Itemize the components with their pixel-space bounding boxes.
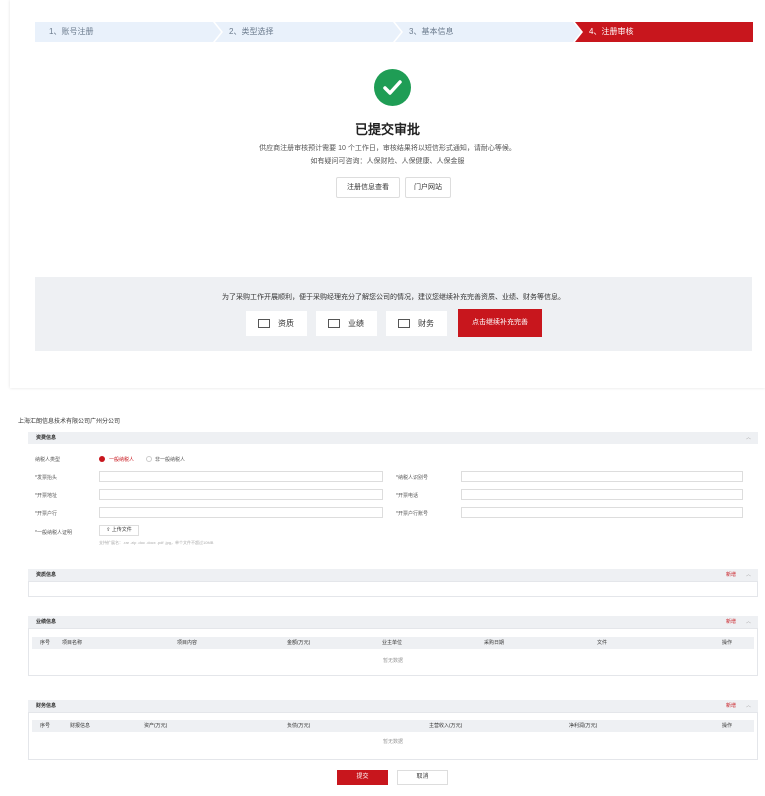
invoice-bank-input[interactable] (99, 507, 383, 518)
add-finance-button[interactable]: 新增 (726, 700, 736, 712)
performance-empty: 暂无数据 (383, 658, 404, 664)
qualification-body (28, 581, 758, 597)
performance-section-header[interactable]: 业绩信息 新增 ︿ (28, 616, 758, 628)
chevron-up-icon[interactable]: ︿ (746, 432, 751, 444)
bank-account-label: *开票户行账号 (396, 511, 428, 517)
finance-table-header: 序号 财报信息 资产(万元) 负债(万元) 主营收入(万元) 净利润(万元) 操… (32, 720, 754, 732)
invoice-title-label: *发票抬头 (35, 475, 57, 481)
invoice-title-input[interactable] (99, 471, 383, 482)
tax-id-label: *纳税人识别号 (396, 475, 428, 481)
status-contact: 如有疑问可咨询：人保财险、人保健康、人保金服 (310, 158, 465, 165)
qualification-button[interactable]: 资质 (246, 311, 307, 336)
invoice-address-label: *开票地址 (35, 493, 57, 499)
finance-button[interactable]: 财务 (386, 311, 447, 336)
performance-table-header: 序号 项目名称 项目内容 金额(万元) 业主单位 采购日期 文件 操作 (32, 637, 754, 649)
taxpayer-cert-label: *一般纳税人证明 (35, 530, 72, 536)
supplement-message: 为了采购工作开展顺利，便于采购经理充分了解您公司的情况，建议您继续补充完善资质、… (222, 294, 565, 301)
chevron-up-icon[interactable]: ︿ (746, 569, 751, 581)
upload-file-button[interactable]: ⇪ 上传文件 (99, 525, 139, 536)
continue-supplement-button[interactable]: 点击继续补充完善 (458, 309, 542, 337)
invoice-address-input[interactable] (99, 489, 383, 500)
chevron-up-icon[interactable]: ︿ (746, 700, 751, 712)
taxpayer-type-label: 纳税人类型 (35, 457, 61, 463)
radio-general-label: 一般纳税人 (109, 457, 135, 463)
chart-icon (328, 319, 340, 328)
submit-button[interactable]: 提交 (337, 770, 388, 785)
step-3: 3、基本信息 (409, 27, 454, 36)
company-name: 上海汇朗信息技术有限公司广州分公司 (18, 419, 121, 425)
certificate-icon (258, 319, 270, 328)
billing-section-header[interactable]: 资费信息 ︿ (28, 432, 758, 444)
finance-empty: 暂无数据 (383, 739, 404, 745)
step-4-active: 4、注册审核 (589, 27, 634, 36)
view-registration-button[interactable]: 注册信息查看 (336, 177, 400, 198)
invoice-bank-label: *开票户行 (35, 511, 57, 517)
invoice-phone-input[interactable] (461, 489, 743, 500)
success-check-icon (374, 69, 411, 106)
invoice-phone-label: *开票电话 (396, 493, 418, 499)
performance-table (28, 628, 758, 676)
money-icon (398, 319, 410, 328)
radio-non-general-label: 非一般纳税人 (155, 457, 186, 463)
performance-button[interactable]: 业绩 (316, 311, 377, 336)
cancel-button[interactable]: 取消 (397, 770, 448, 785)
chevron-up-icon[interactable]: ︿ (746, 616, 751, 628)
step-1: 1、账号注册 (49, 27, 94, 36)
status-title: 已提交审批 (354, 122, 420, 137)
tax-id-input[interactable] (461, 471, 743, 482)
radio-non-general-taxpayer[interactable] (146, 456, 152, 462)
qualification-section-header[interactable]: 资质信息 新增 ︿ (28, 569, 758, 581)
status-description: 供应商注册审核预计需要 10 个工作日，审核结果将以短信形式通知，请耐心等候。 (259, 145, 516, 152)
add-qualification-button[interactable]: 新增 (726, 569, 736, 581)
portal-button[interactable]: 门户网站 (405, 177, 451, 198)
finance-section-header[interactable]: 财务信息 新增 ︿ (28, 700, 758, 712)
radio-general-taxpayer[interactable] (99, 456, 105, 462)
step-2: 2、类型选择 (229, 27, 274, 36)
upload-hint: 支持扩展名：.rar .zip .doc .docx .pdf .jpg，单个文… (99, 540, 214, 545)
add-performance-button[interactable]: 新增 (726, 616, 736, 628)
bank-account-input[interactable] (461, 507, 743, 518)
